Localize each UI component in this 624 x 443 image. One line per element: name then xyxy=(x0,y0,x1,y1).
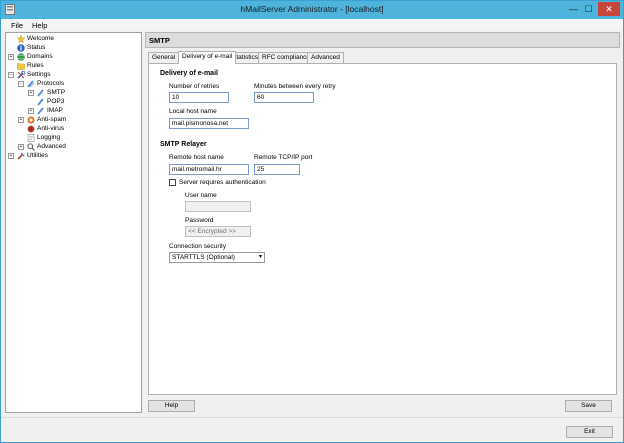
tree-item-label: Rules xyxy=(27,62,44,69)
antispam-icon xyxy=(27,116,35,124)
tree-item-utilities[interactable]: + Utilities xyxy=(8,151,138,160)
protocol-icon xyxy=(37,98,44,106)
connection-security-value: STARTTLS (Optional) xyxy=(172,254,235,261)
tab-panel-delivery: Delivery of e-mail Number of retries 10 … xyxy=(148,63,617,395)
tree-item-pop3[interactable]: POP3 xyxy=(28,97,138,106)
menu-file[interactable]: File xyxy=(11,21,23,30)
tree-item-label: Welcome xyxy=(27,35,54,42)
tree-item-label: IMAP xyxy=(47,107,63,114)
tree-item-anti-virus[interactable]: Anti-virus xyxy=(18,124,138,133)
title-bar: hMailServer Administrator - [localhost] … xyxy=(1,1,623,19)
navigation-tree: Welcome Status + Domains Rules − Setting… xyxy=(5,32,142,413)
retries-label: Number of retries xyxy=(169,83,220,90)
auth-label: Server requires authentication xyxy=(179,179,266,186)
protocols-icon xyxy=(27,80,35,88)
remote-host-input[interactable]: mail.metromail.hr xyxy=(169,164,249,175)
settings-icon xyxy=(17,71,25,79)
local-host-input[interactable]: mail.pismonosa.net xyxy=(169,118,249,129)
tree-item-label: Protocols xyxy=(37,80,65,87)
expand-toggle[interactable]: + xyxy=(8,54,14,60)
tree-item-welcome[interactable]: Welcome xyxy=(8,34,138,43)
menu-help[interactable]: Help xyxy=(32,21,47,30)
section-relayer-title: SMTP Relayer xyxy=(160,141,207,148)
tree-item-status[interactable]: Status xyxy=(8,43,138,52)
app-window: hMailServer Administrator - [localhost] … xyxy=(0,0,624,443)
main-pane: SMTP General Delivery of e-mail Statisti… xyxy=(145,32,620,413)
password-label: Password xyxy=(185,217,214,224)
tree-item-protocols[interactable]: − Protocols xyxy=(18,79,138,88)
tree-item-settings[interactable]: − Settings xyxy=(8,70,138,79)
tree-item-label: Domains xyxy=(27,53,53,60)
save-button[interactable]: Save xyxy=(565,400,612,412)
expand-toggle[interactable]: + xyxy=(18,144,24,150)
tree-item-label: Status xyxy=(27,44,46,51)
remote-port-label: Remote TCP/IP port xyxy=(254,154,313,161)
tree-item-rules[interactable]: Rules xyxy=(8,61,138,70)
maximize-button[interactable]: ☐ xyxy=(582,2,595,16)
tree-item-label: Anti-spam xyxy=(37,116,67,123)
info-icon xyxy=(17,44,25,52)
globe-icon xyxy=(17,53,25,61)
tree-item-label: SMTP xyxy=(47,89,66,96)
tree-item-label: POP3 xyxy=(47,98,65,105)
collapse-toggle[interactable]: − xyxy=(8,72,14,78)
connection-security-select[interactable]: STARTTLS (Optional) ▾ xyxy=(169,252,265,263)
tree-item-anti-spam[interactable]: + Anti-spam xyxy=(18,115,138,124)
username-input[interactable] xyxy=(185,201,251,212)
close-button[interactable]: ✕ xyxy=(598,2,620,16)
tree-item-label: Utilities xyxy=(27,152,48,159)
tree-item-label: Advanced xyxy=(37,143,66,150)
antivirus-icon xyxy=(27,125,35,133)
security-label: Connection security xyxy=(169,243,227,250)
window-title: hMailServer Administrator - [localhost] xyxy=(240,4,384,14)
exit-button[interactable]: Exit xyxy=(566,426,613,438)
page-header: SMTP xyxy=(145,32,620,48)
protocol-icon xyxy=(37,89,44,97)
retries-input[interactable]: 10 xyxy=(169,92,229,103)
tools-icon xyxy=(17,152,25,160)
tab-general[interactable]: General xyxy=(148,52,180,63)
section-delivery-title: Delivery of e-mail xyxy=(160,70,218,77)
expand-toggle[interactable]: + xyxy=(28,90,34,96)
folder-icon xyxy=(17,63,25,70)
minimize-button[interactable]: — xyxy=(567,2,580,16)
tree-item-label: Anti-virus xyxy=(37,125,65,132)
tab-delivery[interactable]: Delivery of e-mail xyxy=(178,51,237,64)
remote-host-label: Remote host name xyxy=(169,154,224,161)
tab-rfc-compliance[interactable]: RFC compliance xyxy=(258,52,315,63)
help-button[interactable]: Help xyxy=(148,400,195,412)
star-icon xyxy=(17,35,25,43)
tree-item-logging[interactable]: Logging xyxy=(18,133,138,142)
menu-bar: File Help xyxy=(1,19,623,31)
tab-advanced[interactable]: Advanced xyxy=(307,52,344,63)
document-icon xyxy=(27,134,35,142)
tree-item-label: Settings xyxy=(27,71,51,78)
password-input[interactable]: << Encrypted >> xyxy=(185,226,251,237)
remote-port-input[interactable]: 25 xyxy=(254,164,300,175)
tree-item-smtp[interactable]: + SMTP xyxy=(28,88,138,97)
search-icon xyxy=(27,143,35,151)
minutes-input[interactable]: 60 xyxy=(254,92,314,103)
expand-toggle[interactable]: + xyxy=(8,153,14,159)
chevron-down-icon: ▾ xyxy=(258,254,262,260)
collapse-toggle[interactable]: − xyxy=(18,81,24,87)
minutes-label: Minutes between every retry xyxy=(254,83,336,90)
local-host-label: Local host name xyxy=(169,108,217,115)
protocol-icon xyxy=(37,107,44,115)
expand-toggle[interactable]: + xyxy=(18,117,24,123)
page-title: SMTP xyxy=(149,36,170,45)
tree-item-domains[interactable]: + Domains xyxy=(8,52,138,61)
tree-item-imap[interactable]: + IMAP xyxy=(28,106,138,115)
tree-item-advanced[interactable]: + Advanced xyxy=(18,142,138,151)
expand-toggle[interactable]: + xyxy=(28,108,34,114)
status-bar: Exit xyxy=(1,417,623,442)
auth-checkbox[interactable] xyxy=(169,179,176,186)
username-label: User name xyxy=(185,192,217,199)
tree-item-label: Logging xyxy=(37,134,61,141)
